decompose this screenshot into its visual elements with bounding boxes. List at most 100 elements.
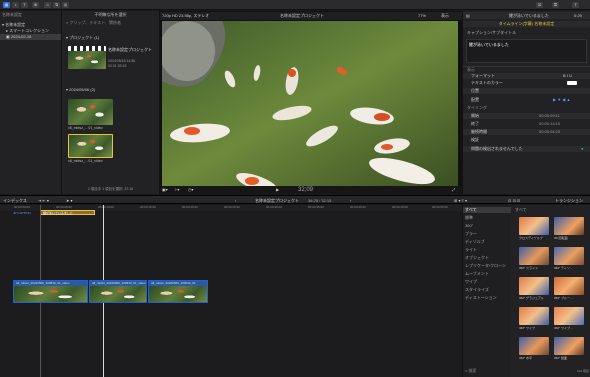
validation-status: 問題の検出されませんでした ● <box>463 146 590 152</box>
transition-thumbnail[interactable] <box>554 337 584 355</box>
category-item[interactable]: ディストーション <box>463 295 511 301</box>
transition-thumbnail[interactable] <box>554 247 584 265</box>
timeline[interactable]: 00:00:00:00 00:00:05:00 00:00:10:00 00:0… <box>0 205 462 377</box>
transition-categories: すべて 標準 360° ブラー ディゾルブ ライト オブジェクト レプリケータ/… <box>463 205 511 377</box>
transitions-browser: すべて 標準 360° ブラー ディゾルブ ライト オブジェクト レプリケータ/… <box>462 205 590 377</box>
background-tasks-button[interactable]: ⇅ <box>53 2 60 8</box>
category-item[interactable]: レプリケータ/クローン <box>463 263 511 269</box>
speed-icon[interactable]: ◷▾ <box>188 186 194 194</box>
key-button[interactable]: ⚿ <box>552 2 559 8</box>
category-item[interactable]: 標準 <box>463 215 511 221</box>
alignment-row[interactable]: 配置 ▶ ▼ ◀ ▲ <box>463 97 590 103</box>
video-frame[interactable] <box>162 21 458 186</box>
category-all[interactable]: すべて <box>463 207 511 213</box>
category-item[interactable]: ライト <box>463 247 511 253</box>
transition-label: 360° ブルー... <box>554 296 573 300</box>
tool-select[interactable]: ➤ ▾ <box>66 198 72 203</box>
transition-thumbnail[interactable] <box>519 277 549 295</box>
zoom-select[interactable]: 77% <box>418 12 426 20</box>
alignment-icons[interactable]: ▶ ▼ ◀ ▲ <box>553 97 570 103</box>
end-row[interactable]: 終了 00:00:14:10 <box>463 121 590 127</box>
enhance-icon[interactable]: ✧▾ <box>174 186 179 194</box>
timeline-options-icons[interactable]: ⊞ ▾ ≡ ▾ <box>454 198 467 203</box>
clip-thumbnail-selected[interactable] <box>68 134 113 158</box>
section-date[interactable]: ▾ 2024/05/06 (2) <box>62 87 159 93</box>
browser-title: 不明瞭な所を選択 <box>94 12 127 17</box>
category-item[interactable]: ムーブメント <box>463 271 511 277</box>
duration-row[interactable]: 継続時間 00:00:04:23 <box>463 129 590 135</box>
timeline-duration: 36:25 / 32:15 <box>308 198 332 203</box>
section-projects[interactable]: ▾ プロジェクト (1) <box>62 35 159 41</box>
category-item[interactable]: スタイライズ <box>463 287 511 293</box>
text-color-row[interactable]: テキストのカラー <box>463 80 590 86</box>
transitions-search[interactable]: ⌕ 検索 <box>463 368 511 374</box>
transition-label: 360° グラジュアル <box>519 296 544 300</box>
top-toolbar: ▦ ♪ T ⊕ ⌂ ⇅ ◎ ☑ ⚿ ⇪ <box>0 0 590 10</box>
transition-label: 360° ワイプ <box>519 326 536 330</box>
timeline-clip[interactable]: x8_mbtsz_20240506_103933_01_video <box>89 280 147 303</box>
transition-thumbnail[interactable] <box>519 217 549 235</box>
color-swatch[interactable] <box>567 81 577 85</box>
index-button[interactable]: インデックス <box>3 198 27 204</box>
timing-label: タイミング <box>467 105 487 110</box>
forward-icon[interactable]: › <box>350 198 351 203</box>
project-duration: 00:01:33:15 <box>108 64 127 68</box>
back-icon[interactable]: ‹ <box>235 198 236 203</box>
format-row[interactable]: フォーマット B I U <box>463 73 590 79</box>
transition-thumbnail[interactable] <box>519 247 549 265</box>
category-item[interactable]: ディゾルブ <box>463 239 511 245</box>
view-select[interactable]: 表示 <box>441 12 449 20</box>
share-check-button[interactable]: ☑ <box>536 2 543 8</box>
timeline-project: 名称未設定プロジェクト <box>255 198 299 203</box>
caption-role-lane: JP CAPTION <box>13 211 31 215</box>
browser-filter[interactable]: ⌕ クリップ、テキスト、関係者 <box>62 20 159 26</box>
transform-tool-icon[interactable]: ▣▾ <box>162 186 168 194</box>
inspector-title-icon: ▤ <box>466 13 470 18</box>
inspector-title: 鯉が泳いでいるました <box>509 13 549 18</box>
start-row[interactable]: 開始 00:00:09:11 <box>463 113 590 119</box>
section-display: 表示 <box>463 66 590 72</box>
timeline-clip[interactable]: x8_mbtsz_20240506_103834_01_video <box>13 280 88 303</box>
photos-icon[interactable]: ♪ <box>12 2 19 8</box>
caption-role-label: キャプション/サブタイトル <box>467 30 517 35</box>
keyword-button[interactable]: ⌂ <box>44 2 51 8</box>
project-name: 名称未設定プロジェクト <box>108 47 152 52</box>
import-button[interactable]: ⊕ <box>32 2 39 8</box>
transition-label: 3D 回転面 <box>554 236 568 240</box>
transition-label: 360° ディソ... <box>554 266 573 270</box>
transition-thumbnail[interactable] <box>554 307 584 325</box>
transition-label: 360° 鏡面 <box>554 356 568 360</box>
fullscreen-icon[interactable]: ⤢ <box>452 186 455 194</box>
clip-thumbnail[interactable] <box>68 99 113 125</box>
timeline-clip[interactable]: x8_mbtsz_20240506_104044_01 <box>148 280 208 303</box>
caption-text-field[interactable]: 鯉が泳いでいるました <box>466 39 587 63</box>
sidebar-item-event[interactable]: ▣ 2024-02-18 <box>0 34 61 40</box>
viewer-project-name: 名称未設定プロジェクト <box>280 13 324 18</box>
timecode-display: 32;09 <box>298 187 314 193</box>
media-browser: 不明瞭な所を選択 ⌕ クリップ、テキスト、関係者 ▾ プロジェクト (1) 名称… <box>62 11 160 194</box>
edit-tools-icons[interactable]: ⇥ ⇤ ▾ <box>38 198 49 203</box>
caption-role-select[interactable]: タイムライン(字幕) 名称未設定 <box>463 21 590 27</box>
transition-thumbnail[interactable] <box>519 337 549 355</box>
transition-thumbnail[interactable] <box>519 307 549 325</box>
inspector: ▤ 鯉が泳いでいるました 0:29 タイムライン(字幕) 名称未設定 キャプショ… <box>462 11 590 194</box>
browser-status: 2 項目中 1 項目を選択, 37:16 <box>87 187 134 191</box>
inspector-time: 0:29 <box>574 13 582 18</box>
roles-button[interactable]: ◎ <box>62 2 69 8</box>
category-item[interactable]: ワイプ <box>463 279 511 285</box>
search-icon: ⌕ <box>66 20 69 25</box>
transition-thumbnail[interactable] <box>554 277 584 295</box>
play-button[interactable]: ▶ <box>276 186 279 194</box>
category-item[interactable]: オブジェクト <box>463 255 511 261</box>
titles-icon[interactable]: T <box>21 2 28 8</box>
caption-clip[interactable]: 鯉が泳いでいるました <box>40 210 95 215</box>
transitions-count: 104 項目 <box>577 369 589 373</box>
transition-thumbnail[interactable] <box>554 217 584 235</box>
category-item[interactable]: ブラー <box>463 231 511 237</box>
audio-video-icons[interactable]: ⊡ ⊡ ⊡ <box>508 198 520 203</box>
project-thumbnail[interactable] <box>68 46 106 69</box>
category-item[interactable]: 360° <box>463 223 511 229</box>
share-button[interactable]: ⇪ <box>572 2 579 8</box>
position-row[interactable]: 位置 <box>463 88 590 94</box>
library-icon[interactable]: ▦ <box>3 2 10 8</box>
